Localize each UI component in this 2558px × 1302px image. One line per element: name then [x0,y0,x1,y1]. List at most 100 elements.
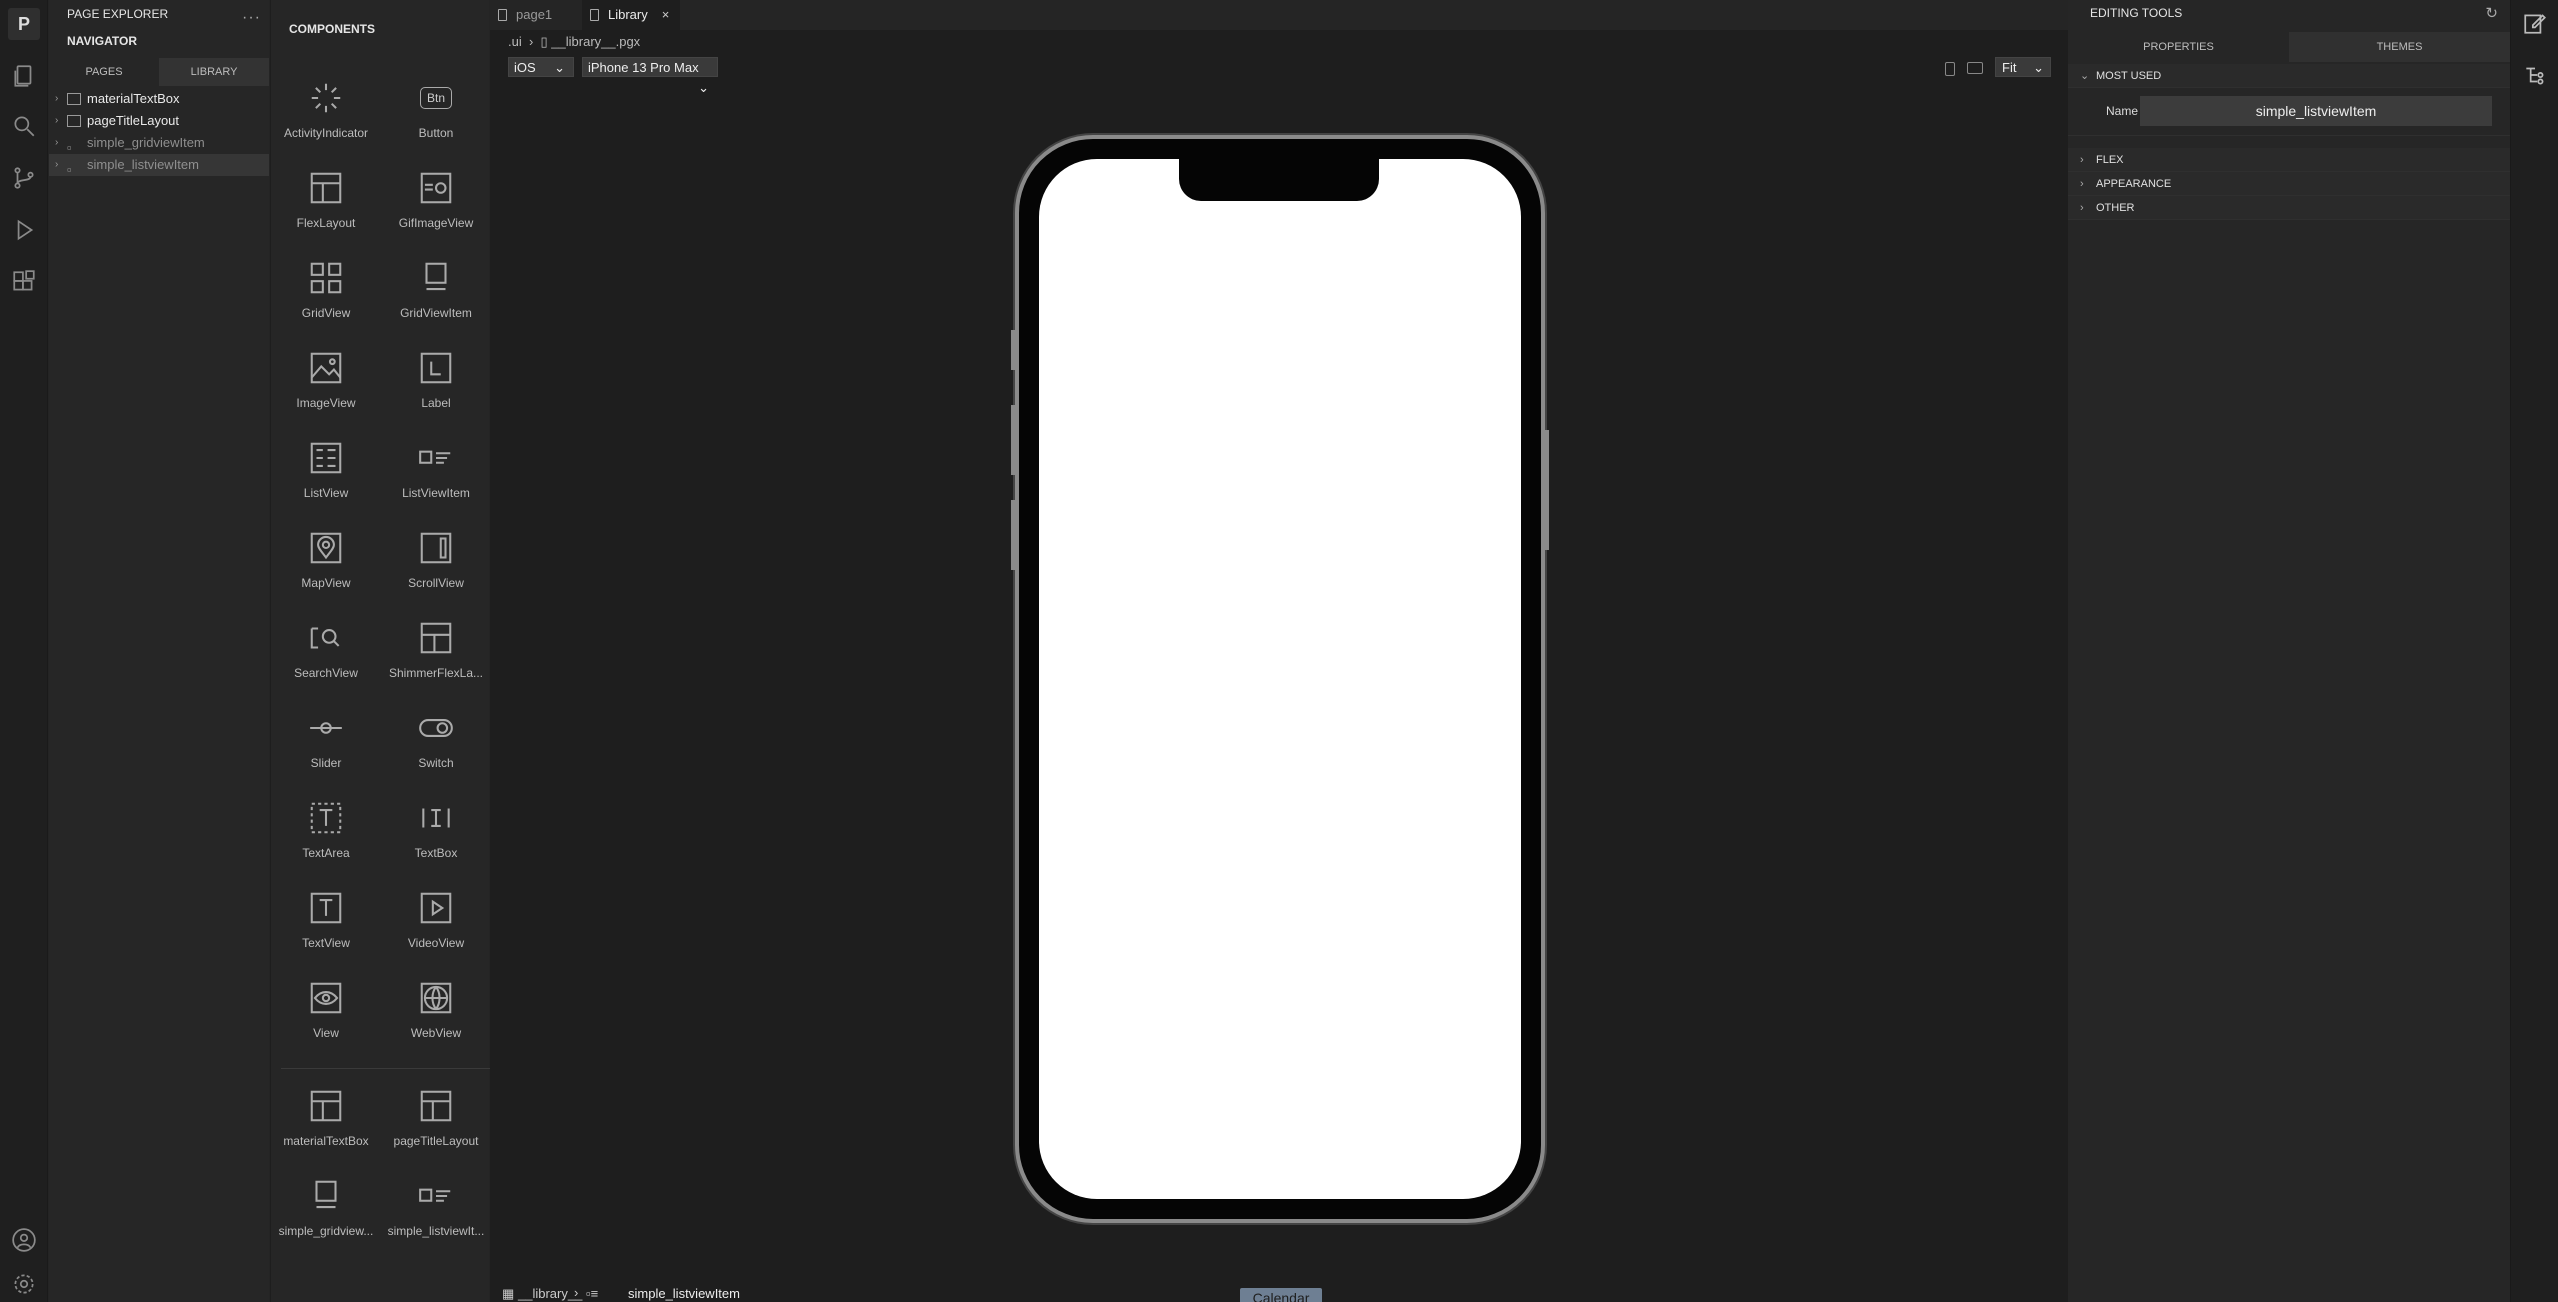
component-label: ShimmerFlexLa... [388,666,484,680]
component-button[interactable]: Btn Button [381,74,491,164]
refresh-icon[interactable]: ↻ [2485,4,2498,22]
tab-library-file[interactable]: Library × [582,0,680,30]
component-materialtextbox[interactable]: materialTextBox [271,1082,381,1172]
device-value: iPhone 13 Pro Max [588,60,699,75]
component-flexlayout[interactable]: FlexLayout [271,164,381,254]
flexlayout-icon [306,168,346,208]
phone-notch [1179,159,1379,201]
name-field[interactable]: simple_listviewItem [2140,96,2492,126]
component-switch[interactable]: Switch [381,704,491,794]
section-most-used[interactable]: ⌄ MOST USED [2068,64,2510,88]
chevron-right-icon[interactable]: › [55,110,67,132]
zoom-select[interactable]: Fit ⌄ [1995,57,2051,77]
tab-themes[interactable]: THEMES [2289,32,2510,62]
page-explorer-title-text: PAGE EXPLORER [67,7,169,21]
source-control-icon[interactable] [8,162,40,194]
tab-properties[interactable]: PROPERTIES [2068,32,2289,62]
component-label: VideoView [407,936,465,950]
layout-icon: ▦ [502,1286,515,1301]
section-flex[interactable]: › FLEX [2068,148,2510,172]
more-actions-icon[interactable]: ··· [242,4,261,32]
component-simple-gridview[interactable]: simple_gridview... [271,1172,381,1262]
component-label: MapView [301,576,351,590]
chevron-right-icon[interactable]: › [55,88,67,110]
component-textview[interactable]: TextView [271,884,381,974]
component-imageview[interactable]: ImageView [271,344,381,434]
component-searchview[interactable]: SearchView [271,614,381,704]
component-label: GridView [301,306,351,320]
editor-tab-bar: page1 Library × [490,0,2068,30]
tree-item-simple-listviewitem[interactable]: › ▫ simple_listviewItem [49,154,269,177]
component-scrollview[interactable]: ScrollView [381,524,491,614]
chevron-right-icon: › [2080,202,2084,214]
slider-icon [306,708,346,748]
page-explorer-title: PAGE EXPLORER ··· [49,0,269,28]
component-shimmerflexla[interactable]: ShimmerFlexLa... [381,614,491,704]
component-label: TextArea [302,846,350,860]
breadcrumb-file[interactable]: __library__.pgx [551,34,640,49]
breadcrumb-ui[interactable]: .ui [508,34,522,49]
component-pagetitlelayout[interactable]: pageTitleLayout [381,1082,491,1172]
component-listviewitem[interactable]: ListViewItem [381,434,491,524]
chevron-down-icon: ⌄ [2080,70,2090,82]
component-textbox[interactable]: TextBox [381,794,491,884]
tab-library[interactable]: LIBRARY [159,58,269,86]
files-icon[interactable] [8,60,40,92]
phone-screen[interactable] [1039,159,1521,1199]
edit-icon[interactable] [2522,10,2548,36]
tree-item-materialtextbox[interactable]: › materialTextBox [49,88,269,110]
search-view-icon [306,618,346,658]
component-gridview[interactable]: GridView [271,254,381,344]
ui-tree-icon[interactable] [2522,62,2548,88]
component-simple-listviewit[interactable]: simple_listviewIt... [381,1172,491,1262]
tree-item-simple-gridviewitem[interactable]: › ▫ simple_gridviewItem [49,132,269,155]
components-header: COMPONENTS [289,22,376,36]
component-label: materialTextBox [283,1134,369,1148]
component-activityindicator[interactable]: ActivityIndicator [271,74,381,164]
component-gridviewitem[interactable]: GridViewItem [381,254,491,344]
editing-tools-panel: EDITING TOOLS ↻ PROPERTIES THEMES ⌄ MOST … [2068,0,2510,1302]
tab-page1[interactable]: page1 [490,0,582,30]
search-icon[interactable] [8,110,40,142]
platform-select[interactable]: iOS ⌄ [508,57,574,77]
component-label: TextView [302,936,350,950]
library-tree: › materialTextBox › pageTitleLayout › ▫ simp… [49,88,269,177]
textbox-icon [416,798,456,838]
status-path-root[interactable]: __library__ [518,1286,582,1301]
navigator-header: NAVIGATOR [67,34,138,48]
layout-icon [67,115,81,127]
device-select[interactable]: iPhone 13 Pro Max ⌄ [582,57,718,95]
settings-gear-icon[interactable] [8,1268,40,1300]
component-view[interactable]: View [271,974,381,1064]
chevron-right-icon[interactable]: › [55,154,67,176]
app-logo[interactable]: P [8,8,40,40]
portrait-icon[interactable] [1945,62,1955,76]
tree-item-pagetitlelayout[interactable]: › pageTitleLayout [49,110,269,132]
component-textarea[interactable]: TextArea [271,794,381,884]
component-slider[interactable]: Slider [271,704,381,794]
section-label: MOST USED [2096,70,2162,82]
chevron-right-icon: › [2080,154,2084,166]
phone-frame [1015,135,1545,1223]
chevron-right-icon[interactable]: › [55,132,67,154]
run-debug-icon[interactable] [8,214,40,246]
tab-pages[interactable]: PAGES [49,58,159,86]
component-webview[interactable]: WebView [381,974,491,1064]
component-gifimageview[interactable]: GifImageView [381,164,491,254]
component-videoview[interactable]: VideoView [381,884,491,974]
switch-icon [416,708,456,748]
component-listview[interactable]: ListView [271,434,381,524]
account-icon[interactable] [8,1224,40,1256]
section-other[interactable]: › OTHER [2068,196,2510,220]
component-label[interactable]: Label [381,344,491,434]
landscape-icon[interactable] [1967,62,1983,74]
extensions-icon[interactable] [8,266,40,298]
components-grid: ActivityIndicator Btn Button FlexLayout GifI… [271,74,491,1294]
chevron-right-icon: › [574,1285,579,1300]
component-label: Button [418,126,454,140]
close-icon[interactable]: × [662,7,670,22]
calendar-button[interactable]: Calendar [1240,1288,1322,1302]
status-path-current[interactable]: simple_listviewItem [628,1286,740,1301]
component-mapview[interactable]: MapView [271,524,381,614]
section-appearance[interactable]: › APPEARANCE [2068,172,2510,196]
